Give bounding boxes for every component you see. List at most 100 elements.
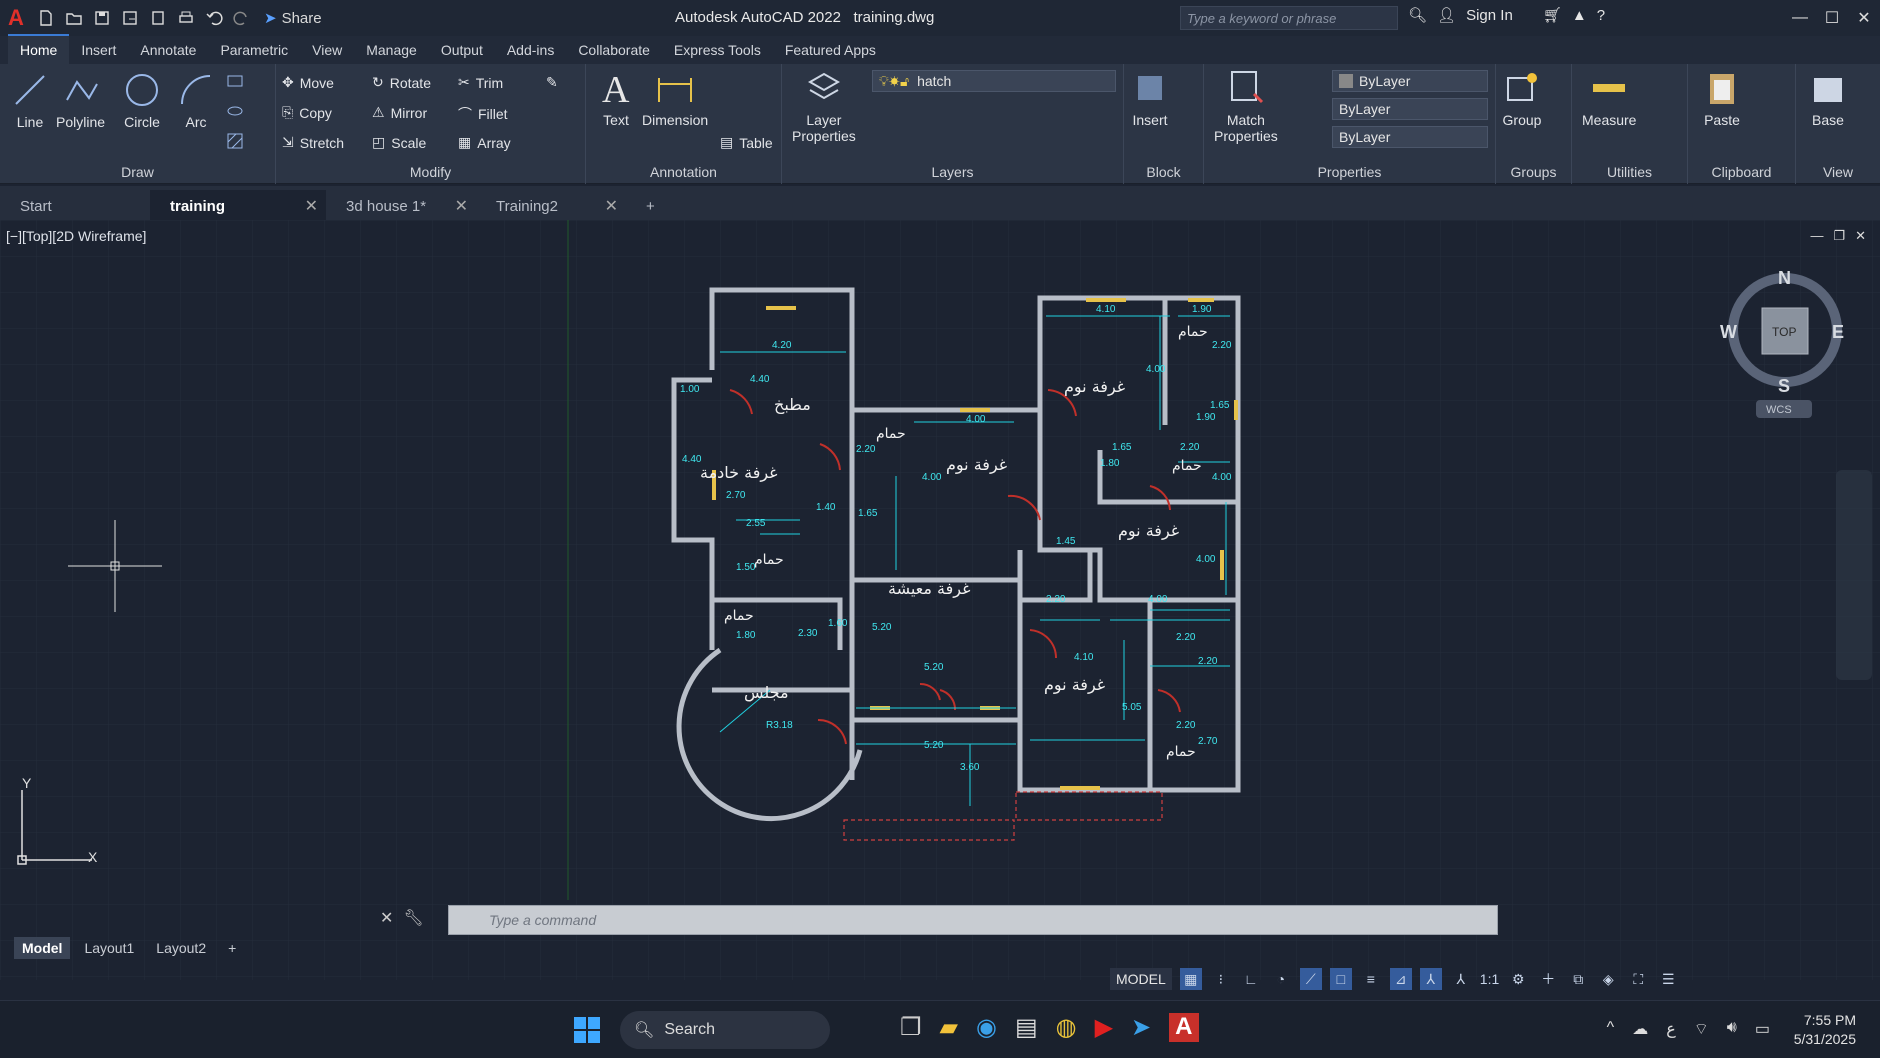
arc-button[interactable]: Arc bbox=[176, 70, 216, 130]
close-tab-icon[interactable]: ✕ bbox=[305, 196, 318, 216]
model-space-toggle[interactable]: MODEL bbox=[1110, 968, 1172, 990]
language-indicator[interactable]: ع bbox=[1666, 1019, 1676, 1039]
utilities-panel-title[interactable]: Utilities bbox=[1572, 164, 1687, 180]
table-button[interactable]: ▤ Table bbox=[720, 134, 773, 151]
command-input[interactable]: Type a command bbox=[448, 905, 1498, 935]
wcs-menu-label[interactable]: WCS bbox=[1766, 404, 1792, 416]
layout-tab-layout2[interactable]: Layout2 bbox=[148, 937, 214, 959]
ellipse-icon[interactable] bbox=[226, 102, 244, 120]
compass-east-label[interactable]: E bbox=[1832, 322, 1844, 342]
customize-command-icon[interactable]: 🔧︎ bbox=[403, 908, 423, 928]
annotation-scale-icon[interactable]: ⅄ bbox=[1450, 968, 1472, 990]
clock[interactable]: 7:55 PM 5/31/2025 bbox=[1794, 1011, 1856, 1049]
add-layout-button[interactable]: + bbox=[220, 937, 244, 959]
modify-panel-title[interactable]: Modify bbox=[276, 164, 585, 180]
trim-button[interactable]: ✂ Trim bbox=[458, 74, 503, 91]
store-icon[interactable]: ▤ bbox=[1015, 1013, 1038, 1042]
navigation-bar[interactable] bbox=[1836, 470, 1872, 680]
mirror-button[interactable]: ⚠︎ Mirror bbox=[372, 104, 427, 121]
isolate-icon[interactable]: ⧉ bbox=[1567, 968, 1589, 990]
tab-featured-apps[interactable]: Featured Apps bbox=[773, 36, 888, 64]
paste-button[interactable]: Paste bbox=[1702, 68, 1742, 128]
layout-tab-model[interactable]: Model bbox=[14, 937, 71, 959]
close-tab-icon[interactable]: ✕ bbox=[605, 196, 618, 216]
task-view-icon[interactable]: ❐ bbox=[900, 1013, 922, 1042]
windows-start-icon[interactable] bbox=[572, 1015, 602, 1045]
text-button[interactable]: A Text bbox=[596, 68, 636, 128]
viewport-restore-icon[interactable]: ❐ bbox=[1833, 228, 1845, 244]
hatch-icon[interactable] bbox=[226, 132, 244, 150]
lineweight-icon[interactable]: ≡ bbox=[1360, 968, 1382, 990]
viewport-controls[interactable]: [−][Top][2D Wireframe] bbox=[6, 228, 146, 244]
color-dropdown[interactable]: ByLayer bbox=[1332, 70, 1488, 92]
draw-panel-title[interactable]: Draw bbox=[0, 164, 275, 180]
compass-south-label[interactable]: S bbox=[1778, 376, 1790, 396]
settings-gear-icon[interactable]: ⚙ bbox=[1507, 968, 1529, 990]
share-button[interactable]: ➤ Share bbox=[264, 9, 322, 28]
transparency-icon[interactable]: ⊿ bbox=[1389, 968, 1412, 990]
cart-icon[interactable]: 🛒︎ bbox=[1543, 6, 1562, 24]
layer-properties-button[interactable]: Layer Properties bbox=[792, 68, 856, 144]
chevron-up-icon[interactable]: ^ bbox=[1607, 1019, 1615, 1039]
doc-tab-training2[interactable]: Training2 ✕ bbox=[476, 190, 626, 220]
layers-panel-title[interactable]: Layers bbox=[782, 164, 1123, 180]
properties-panel-title[interactable]: Properties bbox=[1204, 164, 1495, 180]
erase-icon[interactable]: ✎ bbox=[546, 74, 558, 91]
block-panel-title[interactable]: Block bbox=[1124, 164, 1203, 180]
stretch-button[interactable]: ⇲ Stretch bbox=[282, 134, 344, 151]
youtube-icon[interactable]: ▶ bbox=[1095, 1013, 1113, 1042]
new-tab-button[interactable]: + bbox=[626, 190, 675, 220]
compass-west-label[interactable]: W bbox=[1720, 322, 1737, 342]
measure-button[interactable]: Measure bbox=[1582, 68, 1636, 128]
circle-button[interactable]: Circle bbox=[122, 70, 162, 130]
user-icon[interactable]: 👤︎ bbox=[1437, 6, 1456, 24]
viewcube[interactable]: TOP N S E W WCS bbox=[1720, 268, 1850, 441]
close-tab-icon[interactable]: ✕ bbox=[455, 196, 468, 216]
tab-output[interactable]: Output bbox=[429, 36, 495, 64]
save-icon[interactable] bbox=[90, 7, 114, 29]
viewport-close-icon[interactable]: ✕ bbox=[1855, 228, 1866, 244]
search-icon[interactable]: 🔍︎ bbox=[1408, 6, 1427, 24]
tab-parametric[interactable]: Parametric bbox=[208, 36, 300, 64]
layer-dropdown[interactable]: 💡︎☀︎🔓︎ hatch bbox=[872, 70, 1116, 92]
hardware-acceleration-icon[interactable]: ◈ bbox=[1597, 968, 1619, 990]
osnap-icon[interactable]: □ bbox=[1329, 968, 1352, 990]
dimension-button[interactable]: Dimension bbox=[642, 68, 708, 128]
volume-icon[interactable]: 🔊︎ bbox=[1727, 1019, 1737, 1039]
snap-icon[interactable]: ⁝ bbox=[1210, 968, 1232, 990]
groups-panel-title[interactable]: Groups bbox=[1496, 164, 1571, 180]
annotation-panel-title[interactable]: Annotation bbox=[586, 164, 781, 180]
tab-view[interactable]: View bbox=[300, 36, 354, 64]
doc-tab-start[interactable]: Start bbox=[0, 190, 150, 220]
tab-express-tools[interactable]: Express Tools bbox=[662, 36, 773, 64]
redo-icon[interactable] bbox=[230, 7, 254, 29]
scale-button[interactable]: ◰ Scale bbox=[372, 134, 426, 151]
viewcube-top-label[interactable]: TOP bbox=[1772, 325, 1796, 339]
close-command-icon[interactable]: ✕ bbox=[380, 908, 393, 928]
tab-insert[interactable]: Insert bbox=[69, 36, 128, 64]
new-file-icon[interactable] bbox=[34, 7, 58, 29]
publish-icon[interactable] bbox=[146, 7, 170, 29]
telegram-icon[interactable]: ➤ bbox=[1131, 1013, 1151, 1042]
autocad-taskbar-icon[interactable]: A bbox=[1169, 1013, 1199, 1042]
isodraft-icon[interactable]: ⟋ bbox=[1299, 968, 1322, 990]
base-view-button[interactable]: Base bbox=[1808, 68, 1848, 128]
doc-tab-3d-house[interactable]: 3d house 1* ✕ bbox=[326, 190, 476, 220]
help-search-input[interactable]: Type a keyword or phrase bbox=[1180, 6, 1398, 30]
autocad-logo-icon[interactable]: A bbox=[8, 5, 30, 31]
wifi-icon[interactable]: ⌔ bbox=[1694, 1019, 1709, 1039]
scale-label[interactable]: 1:1 bbox=[1480, 968, 1499, 990]
save-as-icon[interactable] bbox=[118, 7, 142, 29]
move-button[interactable]: ✥ Move bbox=[282, 74, 334, 91]
tab-add-ins[interactable]: Add-ins bbox=[495, 36, 566, 64]
undo-icon[interactable] bbox=[202, 7, 226, 29]
tab-collaborate[interactable]: Collaborate bbox=[566, 36, 662, 64]
plus-icon[interactable]: ＋ bbox=[1537, 968, 1559, 990]
rectangle-icon[interactable] bbox=[226, 72, 244, 90]
onedrive-icon[interactable]: ☁ bbox=[1632, 1019, 1648, 1039]
drawing-viewport[interactable]: 4.20 4.40 4.10 1.90 2.20 4.00 1.65 1.90 … bbox=[0, 220, 1880, 980]
insert-button[interactable]: Insert bbox=[1130, 68, 1170, 128]
close-icon[interactable]: ✕ bbox=[1848, 0, 1880, 36]
sign-in-button[interactable]: Sign In bbox=[1466, 7, 1513, 24]
file-explorer-icon[interactable]: ▰ bbox=[940, 1013, 958, 1042]
